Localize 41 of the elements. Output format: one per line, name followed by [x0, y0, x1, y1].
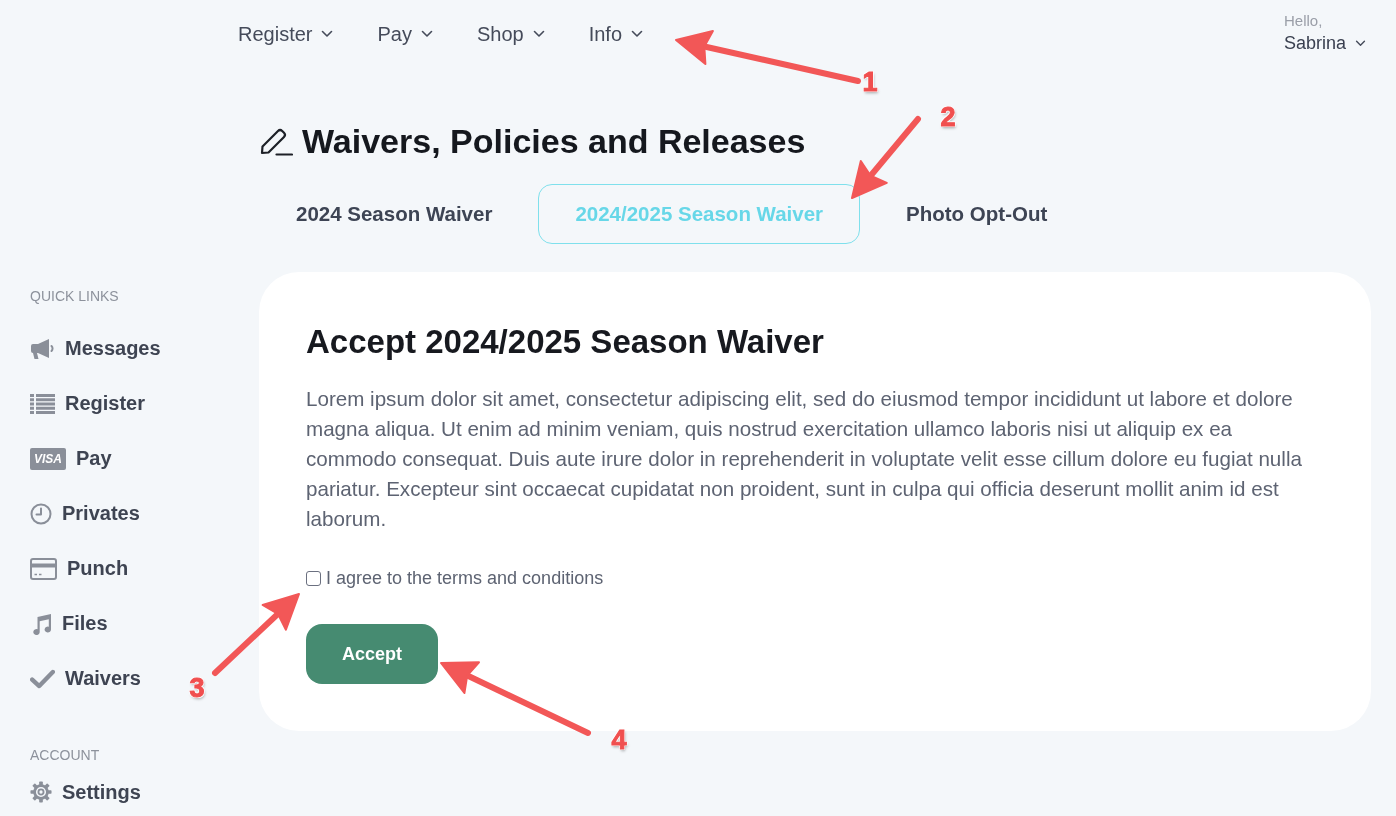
sidebar-link[interactable]: Waivers [30, 651, 141, 706]
checkmark-icon [30, 667, 55, 690]
section-heading: ACCOUNT [30, 746, 100, 764]
nav-menu[interactable]: Pay [377, 22, 433, 46]
sidebar-link[interactable]: Messages [30, 321, 161, 376]
accept-button[interactable]: Accept [306, 624, 438, 684]
sidebar-link[interactable]: Files [30, 596, 108, 651]
annotation-number: 4 [611, 725, 627, 755]
clock-icon [30, 502, 52, 525]
caret-icon [420, 30, 433, 38]
card-title: Accept 2024/2025 Season Waiver [306, 322, 825, 362]
sidebar-link[interactable]: Register [30, 376, 146, 431]
sidebar-link[interactable]: Privates [30, 486, 140, 541]
gear-icon [30, 781, 52, 803]
checkbox[interactable] [306, 570, 321, 586]
card-logo: VISA [30, 447, 66, 470]
caret-icon [1355, 39, 1366, 47]
music-note-icon [30, 612, 52, 635]
nav-menu[interactable]: Info [588, 22, 644, 46]
page-title: Waivers, Policies and Releases [302, 121, 806, 161]
caret-icon [532, 30, 545, 38]
tab[interactable]: 2024 Season Waiver [259, 184, 530, 244]
nav-menu[interactable]: Shop [476, 22, 545, 46]
megaphone-icon [30, 337, 55, 360]
credit-card-icon [30, 557, 57, 580]
caret-icon [321, 30, 334, 38]
sidebar-link[interactable]: Punch [30, 541, 129, 596]
annotation-number: 1 [862, 67, 878, 97]
checkbox-label: I agree to the terms and conditions [326, 567, 604, 589]
list-icon [30, 392, 55, 415]
sidebar-link[interactable]: VISA Pay [30, 431, 112, 486]
greeting-text: Hello, [1283, 12, 1323, 30]
sidebar-link[interactable]: Settings [30, 772, 141, 812]
section-heading: QUICK LINKS [30, 287, 119, 305]
annotation-number: 2 [940, 102, 956, 132]
waiver-text: Lorem ipsum dolor sit amet, consectetur adipiscing elit, sed do eiusmod tempor incididunt ut labore et dolore magna aliqua. Ut enim ad minim veniam, quis nostrud exercitation ullamco laboris nisi ut aliquip ex ea commodo consequat. Duis aute irure dolor in reprehenderit in voluptate velit esse cillum dolore eu fugiat nulla pariatur. Excepteur sint occaecat cupidatat non proident, sunt in culpa qui officia deserunt mollit anim id est laborum. [306, 386, 1303, 532]
annotation-number: 3 [189, 673, 205, 703]
caret-icon [631, 30, 644, 38]
tab[interactable]: Photo Opt-Out [869, 184, 1085, 244]
user-menu[interactable]: Sabrina [1283, 30, 1366, 56]
nav-menu[interactable]: Register [238, 22, 334, 46]
